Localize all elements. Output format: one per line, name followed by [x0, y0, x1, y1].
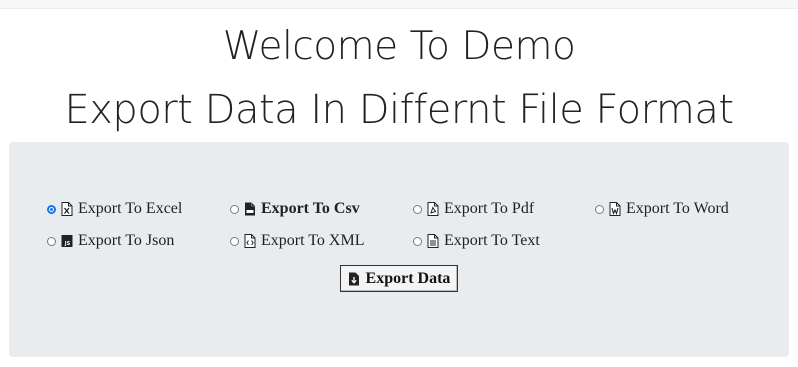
- option-csv[interactable]: Export To Csv: [230, 200, 360, 218]
- option-json-label: Export To Json: [78, 232, 175, 249]
- option-word[interactable]: Export To Word: [595, 200, 729, 218]
- file-code-icon: [244, 234, 256, 248]
- file-csv-icon: [244, 202, 256, 216]
- option-xml[interactable]: Export To XML: [230, 232, 364, 250]
- export-data-button-label: Export Data: [365, 269, 451, 287]
- radio-pdf[interactable]: [413, 204, 422, 214]
- svg-text:JS: JS: [64, 241, 71, 247]
- file-json-icon: JS: [61, 234, 73, 248]
- option-json[interactable]: JS Export To Json: [47, 232, 174, 250]
- file-text-icon: [427, 234, 439, 248]
- option-word-label: Export To Word: [626, 200, 729, 217]
- option-csv-label: Export To Csv: [261, 200, 360, 217]
- radio-json[interactable]: [47, 236, 56, 246]
- radio-excel[interactable]: [47, 204, 56, 214]
- radio-xml[interactable]: [230, 236, 239, 246]
- option-pdf[interactable]: Export To Pdf: [413, 200, 534, 218]
- option-excel[interactable]: Export To Excel: [47, 200, 182, 218]
- file-pdf-icon: [427, 202, 439, 216]
- option-excel-label: Export To Excel: [78, 200, 183, 217]
- option-text[interactable]: Export To Text: [413, 232, 540, 250]
- radio-csv[interactable]: [230, 204, 239, 214]
- file-word-icon: [609, 202, 621, 216]
- option-xml-label: Export To XML: [261, 232, 365, 249]
- option-text-label: Export To Text: [444, 232, 540, 249]
- file-export-icon: [348, 272, 360, 286]
- radio-word[interactable]: [595, 204, 604, 214]
- top-bar: [0, 0, 798, 9]
- file-excel-icon: [61, 202, 73, 216]
- export-data-button[interactable]: Export Data: [340, 265, 458, 292]
- option-pdf-label: Export To Pdf: [444, 200, 535, 217]
- radio-text[interactable]: [413, 236, 422, 246]
- page-title-line2: Export Data In Differnt File Format: [64, 87, 734, 133]
- page-title-line1: Welcome To Demo: [222, 24, 576, 69]
